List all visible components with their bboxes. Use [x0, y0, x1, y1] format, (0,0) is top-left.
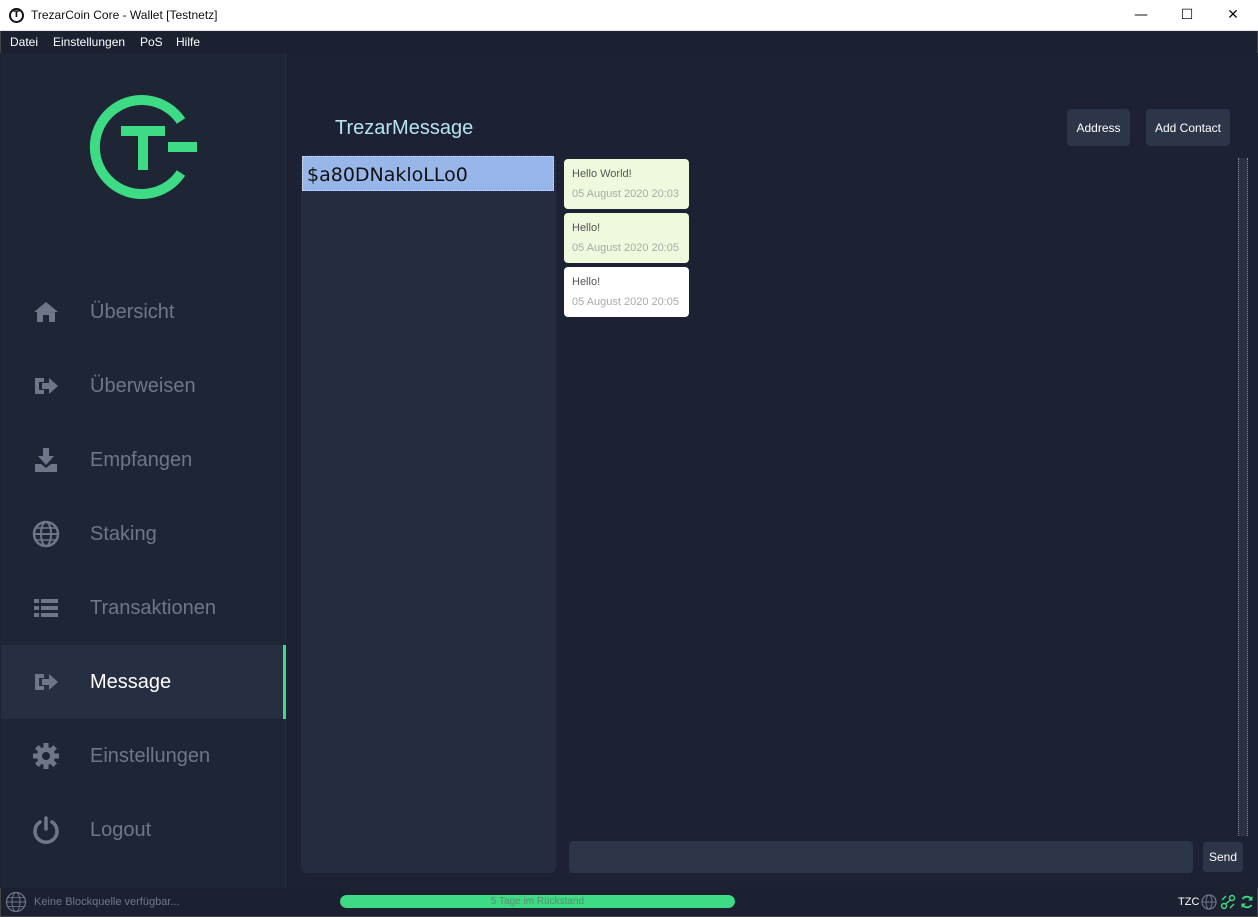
sidebar-item-empfangen[interactable]: Empfangen	[1, 423, 286, 497]
download-icon	[31, 445, 61, 475]
window-title-bar: T TrezarCoin Core - Wallet [Testnetz] — …	[0, 0, 1258, 31]
sidebar: Übersicht Überweisen Empfangen Staking T…	[1, 53, 286, 888]
page-title: TrezarMessage	[335, 117, 474, 139]
sidebar-item-staking[interactable]: Staking	[1, 497, 286, 571]
home-icon	[31, 297, 61, 327]
menu-pos[interactable]: PoS	[140, 35, 163, 49]
power-icon	[31, 815, 61, 845]
menu-bar: Datei Einstellungen PoS Hilfe	[0, 31, 1258, 53]
close-button[interactable]: ✕	[1210, 0, 1256, 30]
menu-datei[interactable]: Datei	[10, 35, 38, 49]
message-text: Hello World!	[572, 168, 632, 180]
menu-hilfe[interactable]: Hilfe	[176, 35, 200, 49]
gear-icon	[31, 741, 61, 771]
globe-icon	[31, 519, 61, 549]
sidebar-item-label: Übersicht	[90, 300, 175, 323]
address-button[interactable]: Address	[1067, 109, 1130, 146]
sidebar-item-label: Message	[90, 670, 172, 693]
message-bubble: Hello! 05 August 2020 20:05	[564, 213, 689, 263]
sign-out-icon	[31, 667, 61, 697]
contact-item[interactable]: $a80DNakloLLo0	[302, 156, 554, 191]
message-bubble: Hello! 05 August 2020 20:05	[564, 267, 689, 317]
trezarcoin-logo	[89, 95, 197, 199]
message-time: 05 August 2020 20:05	[572, 242, 680, 254]
message-text: Hello!	[572, 276, 601, 288]
message-text: Hello!	[572, 222, 601, 234]
sidebar-item-label: Empfangen	[90, 448, 193, 471]
send-button[interactable]: Send	[1203, 842, 1243, 872]
sidebar-item-einstellungen[interactable]: Einstellungen	[1, 719, 286, 793]
sync-icon[interactable]	[1239, 894, 1255, 910]
status-bar: Keine Blockquelle verfügbar... 5 Tage im…	[0, 888, 1258, 917]
list-icon	[31, 593, 61, 623]
sidebar-item-label: Transaktionen	[90, 596, 216, 619]
minimize-button[interactable]: —	[1118, 0, 1164, 30]
message-input[interactable]	[569, 841, 1193, 873]
sidebar-item-transaktionen[interactable]: Transaktionen	[1, 571, 286, 645]
contact-label: $a80DNakloLLo0	[307, 164, 468, 186]
sidebar-item-label: Logout	[90, 818, 152, 841]
message-time: 05 August 2020 20:03	[572, 188, 680, 200]
maximize-button[interactable]: ☐	[1164, 0, 1210, 30]
contact-list: $a80DNakloLLo0	[301, 155, 556, 873]
sync-progress-bar: 5 Tage im Rückstand	[340, 895, 735, 908]
app-logo-icon: T	[9, 8, 24, 23]
block-source-status: Keine Blockquelle verfügbar...	[34, 896, 180, 908]
sidebar-item-message[interactable]: Message	[1, 645, 286, 719]
connections-icon[interactable]	[1220, 894, 1236, 910]
add-contact-button[interactable]: Add Contact	[1146, 109, 1230, 146]
window-title: TrezarCoin Core - Wallet [Testnetz]	[31, 8, 218, 22]
sign-out-icon	[31, 371, 61, 401]
sidebar-item-label: Staking	[90, 522, 157, 545]
message-bubble: Hello World! 05 August 2020 20:03	[564, 159, 689, 209]
sidebar-item-label: Überweisen	[90, 374, 196, 397]
message-time: 05 August 2020 20:05	[572, 296, 680, 308]
message-scrollbar[interactable]	[1238, 158, 1248, 836]
sidebar-item-label: Einstellungen	[90, 744, 211, 767]
globe-icon	[5, 891, 27, 913]
sidebar-item-ueberweisen[interactable]: Überweisen	[1, 349, 286, 423]
network-globe-icon[interactable]	[1201, 894, 1217, 910]
menu-einstellungen[interactable]: Einstellungen	[53, 35, 125, 49]
sidebar-item-logout[interactable]: Logout	[1, 793, 286, 867]
sidebar-item-uebersicht[interactable]: Übersicht	[1, 275, 286, 349]
sync-progress-label: 5 Tage im Rückstand	[490, 896, 585, 907]
unit-label[interactable]: TZC	[1178, 896, 1199, 908]
